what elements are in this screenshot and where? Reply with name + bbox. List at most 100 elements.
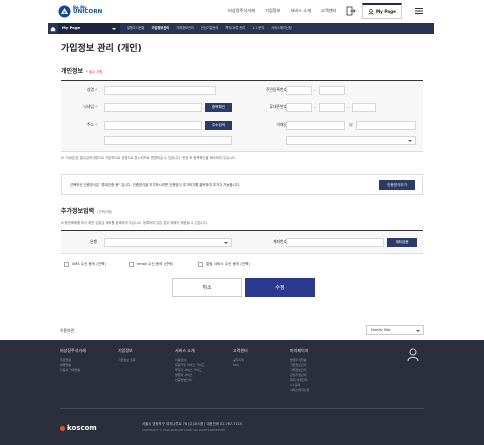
mobile-label: 휴대폰번호 (269, 104, 287, 109)
page-title: 가입정보 관리 (개인) (61, 44, 142, 54)
name-label-text: 성명 (86, 87, 94, 92)
checkbox-box[interactable] (64, 262, 69, 267)
email-consent-label: email 수신 동의 (선택) (137, 262, 173, 267)
checkbox-box[interactable] (198, 262, 203, 267)
nav-company-info[interactable]: 기업정보 (265, 8, 280, 13)
personal-section-label: 개인정보 (61, 68, 84, 75)
footer-col-title: 마이페이지 (290, 348, 309, 353)
extra-section-title: 추가정보입력 (선택사항) (61, 208, 112, 215)
bank-account-form: 은행 계좌번호 계좌검증 (61, 231, 423, 254)
bank-label: 은행 (90, 239, 97, 244)
address-label: 주소 * (61, 122, 97, 128)
home-icon[interactable] (48, 23, 58, 34)
koscom-logo-text: koscom (67, 424, 97, 432)
required-mark: * (93, 104, 97, 109)
subnav-link-account-info[interactable]: 가입정보관리 (152, 26, 170, 31)
subnav-link-cancel-service[interactable]: 서비스해지신청 (271, 26, 292, 31)
footer-col-company: 기업정보 기업정보 조회 (118, 348, 136, 363)
required-mark: * (93, 87, 97, 92)
nav-customer-center[interactable]: 고객센터 (321, 8, 336, 13)
name-input[interactable] (104, 86, 216, 95)
chevron-down-icon (224, 242, 228, 244)
cancel-button[interactable]: 취소 (172, 278, 242, 297)
person-icon (368, 8, 374, 15)
email-consent-checkbox[interactable]: email 수신 동의 (선택) (129, 262, 173, 267)
footer-link[interactable]: 인증방법안내 (175, 378, 205, 383)
account-verify-button[interactable]: 계좌검증 (387, 238, 417, 247)
logout-icon[interactable] (346, 6, 356, 16)
person-icon (407, 348, 419, 362)
resident-no-label: 주민등록번호 (266, 87, 287, 92)
account-note: ※ 증권매매를 하기 위한 입출금 계좌를 등록하여 주십시오. 등록하지 않은… (61, 221, 208, 225)
unicorn-logo-icon (58, 5, 71, 18)
bank-select[interactable] (104, 238, 232, 247)
mobile-part3-input[interactable] (352, 103, 376, 112)
footer-link[interactable]: 인증서 거래현황 (60, 368, 86, 373)
chevron-down-icon (112, 27, 116, 30)
footer-col-title: 서비스 소개 (175, 348, 195, 353)
site-footer: 비상장주식거래 주문현황 체결현황 인증서 거래현황 기업정보 기업정보 조회 … (0, 340, 484, 445)
subnav-link-inquiry[interactable]: 1:1 문의 (252, 26, 264, 31)
resident-no-dash: - (314, 87, 316, 92)
chevron-down-icon (416, 330, 420, 332)
subnav-current[interactable]: My Page (58, 23, 120, 34)
subnav-link-shares[interactable]: 발행주식현황 (127, 26, 145, 31)
footer-col-trading: 비상장주식거래 주문현황 체결현황 인증서 거래현황 (60, 348, 86, 373)
nav-trading[interactable]: 비상장주식거래 (228, 8, 255, 13)
subnav-link-interest[interactable]: 관심기업관리 (201, 26, 219, 31)
mobile-part1-input[interactable] (286, 103, 312, 112)
mypage-button[interactable]: My Page (362, 3, 402, 19)
footer-col-support: 고객센터 공지사항 FAQ (233, 348, 248, 368)
sms-consent-checkbox[interactable]: SMS 수신 동의 (선택) (64, 262, 106, 267)
add-cert-method-button[interactable]: 인증방식추가 (379, 180, 415, 190)
menu-icon[interactable] (414, 6, 424, 16)
nickname-label: 닉네임 * (61, 104, 97, 110)
subnav-link-trade-info[interactable]: 거래정보관리 (176, 26, 194, 31)
copyright: COPYRIGHT © 2019 KOSCOM CORP. ALL RIGHTS… (142, 428, 227, 432)
submit-button[interactable]: 수정 (245, 278, 315, 297)
address-detail-input[interactable] (104, 136, 232, 145)
nickname-label-text: 닉네임 (83, 104, 94, 109)
footer-col-mypage: 마이페이지 발행주식현황 가입정보관리 거래정보관리 관심기업관리 쪽지/서류관… (290, 348, 309, 393)
main-nav: 비상장주식거래 기업정보 서비스 소개 고객센터 (228, 0, 346, 22)
koscom-logo: koscom (60, 424, 97, 432)
footer-link[interactable]: FAQ (233, 363, 248, 368)
subnav-link-messages[interactable]: 쪽지/서류 관리 (225, 26, 245, 31)
sub-navigation: My Page 발행주식현황 가입정보관리 거래정보관리 관심기업관리 쪽지/서… (48, 23, 434, 34)
account-no-input[interactable] (286, 238, 384, 247)
dup-check-button[interactable]: 중복확인 (205, 103, 232, 112)
family-site-select[interactable]: Family Site (366, 325, 424, 335)
logo[interactable]: Be My UNICORN (58, 4, 102, 18)
nickname-note: ※ '닉네임'은 필수입력사항으로 기본적으로 성명으로 표시되므로 변경하실 … (61, 156, 236, 160)
alarm-consent-label: 알림 서비스 수신 동의 (선택) (206, 262, 250, 267)
cert-method-box: 선택하신 인증방식은 "휴대인증 중" 입니다. 인증방식을 추가하시려면 인증… (61, 174, 423, 195)
zipcode-input[interactable] (104, 121, 202, 130)
alarm-consent-checkbox[interactable]: 알림 서비스 수신 동의 (선택) (198, 262, 250, 267)
footer-link[interactable]: 기업정보 조회 (118, 358, 136, 363)
company-address: 서울시 영등포구 여의나루로 76 (주)코스콤 | 대표전화 02-767-7… (142, 422, 242, 426)
chevron-down-icon (408, 140, 412, 142)
email-id-input[interactable] (286, 121, 345, 130)
resident-no-front-input[interactable] (286, 86, 312, 95)
mobile-part2-input[interactable] (319, 103, 345, 112)
family-site-label: Family Site (371, 327, 391, 332)
name-label: 성명 * (61, 87, 97, 93)
mypage-label: My Page (376, 8, 396, 14)
address-label-text: 주소 (86, 122, 94, 127)
checkbox-box[interactable] (129, 262, 134, 267)
sms-consent-label: SMS 수신 동의 (선택) (72, 262, 106, 267)
terms-link[interactable]: 이용약관 (60, 328, 74, 334)
email-domain-select[interactable] (286, 136, 416, 145)
resident-no-back-input[interactable] (319, 86, 345, 95)
footer-link[interactable]: 서비스해지신청 (290, 388, 309, 393)
email-at-sign: @ (349, 122, 353, 127)
nickname-input[interactable] (104, 103, 202, 112)
optional-note: (선택사항) (97, 210, 113, 214)
personal-info-form: 성명 * 주민등록번호 - 닉네임 * 중복확인 휴대폰번호 - - 주소 * … (61, 81, 423, 152)
email-domain-input[interactable] (356, 121, 416, 130)
site-header: Be My UNICORN 비상장주식거래 기업정보 서비스 소개 고객센터 M… (0, 0, 484, 22)
address-search-button[interactable]: 주소검색 (205, 121, 232, 130)
email-label: 이메일 (276, 122, 287, 127)
required-note: * 필수 사항 (86, 70, 103, 74)
nav-service-intro[interactable]: 서비스 소개 (290, 8, 311, 13)
